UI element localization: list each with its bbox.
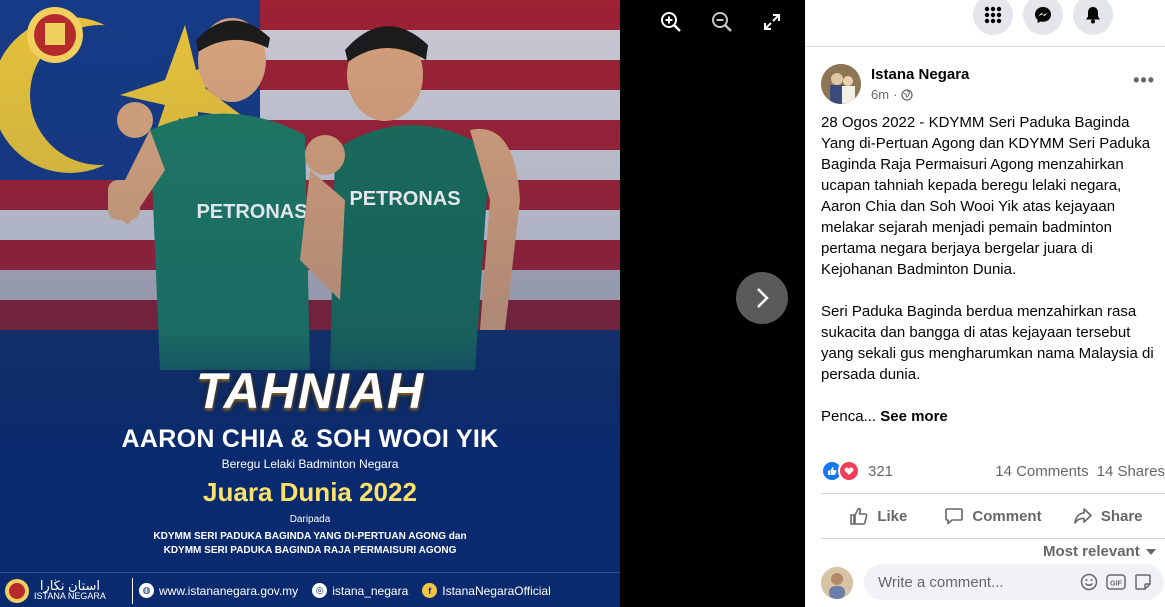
share-icon bbox=[1074, 508, 1092, 524]
poster-player-names: AARON CHIA & SOH WOOI YIK bbox=[121, 425, 499, 453]
menu-grid-button[interactable] bbox=[973, 0, 1013, 35]
thumbs-up-icon bbox=[850, 507, 868, 525]
more-options-icon[interactable]: ••• bbox=[1133, 70, 1155, 91]
post-photo[interactable]: PETRONAS PETRONAS TAHNIAH AARON CHIA & S… bbox=[0, 0, 620, 607]
poster-from-line1: KDYMM SERI PADUKA BAGINDA YANG DI-PERTUA… bbox=[153, 531, 467, 542]
comment-label: Comment bbox=[972, 507, 1042, 525]
post-meta: 6m · bbox=[871, 87, 969, 102]
comment-box: GIF bbox=[864, 564, 1164, 600]
love-reaction-icon[interactable] bbox=[838, 460, 860, 482]
post-paragraph-1: 28 Ogos 2022 - KDYMM Seri Paduka Baginda… bbox=[821, 114, 1151, 278]
share-label: Share bbox=[1100, 507, 1143, 525]
sort-label: Most relevant bbox=[1043, 543, 1140, 560]
like-label: Like bbox=[877, 507, 908, 525]
caret-down-icon bbox=[1145, 548, 1156, 555]
notifications-icon bbox=[1086, 7, 1100, 24]
fullscreen-icon[interactable] bbox=[758, 8, 786, 36]
footer-website: ◍ www.istananegara.gov.my bbox=[139, 583, 298, 598]
footer-instagram: ◎ istana_negara bbox=[312, 583, 408, 598]
divider bbox=[821, 538, 1165, 539]
post-header: Istana Negara 6m · bbox=[821, 64, 969, 104]
post-paragraph-2: Seri Paduka Baginda berdua menzahirkan r… bbox=[821, 303, 1154, 383]
facebook-text: IstanaNegaraOfficial bbox=[442, 583, 551, 598]
svg-text:GIF: GIF bbox=[1110, 581, 1122, 588]
poster-footer: استان نڬارا ISTANA NEGARA ◍ www.istanane… bbox=[0, 572, 620, 607]
photo-viewer: PETRONAS PETRONAS TAHNIAH AARON CHIA & S… bbox=[0, 0, 805, 607]
footer-facebook: f IstanaNegaraOfficial bbox=[422, 583, 551, 598]
logo-text: ISTANA NEGARA bbox=[34, 590, 106, 601]
shares-count[interactable]: 14 Shares bbox=[1097, 463, 1165, 480]
reactions-row: 321 14 Comments 14 Shares bbox=[821, 460, 1165, 482]
comments-count[interactable]: 14 Comments bbox=[995, 463, 1088, 480]
crest-icon bbox=[5, 578, 29, 603]
see-more-link[interactable]: See more bbox=[880, 408, 948, 425]
post-actions: Like Comment Share bbox=[821, 498, 1165, 534]
post-time[interactable]: 6m bbox=[871, 87, 889, 102]
poster-from-label: Daripada bbox=[289, 514, 331, 525]
poster-subtitle: Beregu Lelaki Badminton Negara bbox=[221, 457, 399, 471]
poster-headline: TAHNIAH bbox=[195, 363, 425, 419]
comment-sort-dropdown[interactable]: Most relevant bbox=[1043, 543, 1156, 560]
poster-title: Juara Dunia 2022 bbox=[203, 477, 417, 507]
facebook-icon: f bbox=[422, 583, 438, 598]
avatar[interactable] bbox=[821, 64, 861, 104]
top-bar bbox=[805, 0, 1165, 47]
menu-grid-icon bbox=[984, 6, 1002, 24]
instagram-text: istana_negara bbox=[332, 583, 409, 598]
poster-from-line2: KDYMM SERI PADUKA BAGINDA RAJA PERMAISUR… bbox=[163, 545, 457, 556]
like-button[interactable]: Like bbox=[821, 498, 936, 534]
post-text: 28 Ogos 2022 - KDYMM Seri Paduka Baginda… bbox=[821, 112, 1156, 448]
chevron-right-icon bbox=[757, 288, 769, 308]
post-panel: Istana Negara 6m · ••• 28 Ogos 2022 - KD… bbox=[805, 0, 1165, 607]
author-name[interactable]: Istana Negara bbox=[871, 66, 969, 83]
website-text: www.istananegara.gov.my bbox=[159, 583, 299, 598]
comment-input[interactable] bbox=[876, 572, 1060, 592]
emoji-icon[interactable] bbox=[1080, 573, 1098, 591]
share-button[interactable]: Share bbox=[1050, 498, 1165, 534]
notifications-button[interactable] bbox=[1073, 0, 1113, 35]
footer-divider bbox=[132, 577, 133, 604]
globe-icon: ◍ bbox=[139, 583, 154, 598]
instagram-icon: ◎ bbox=[312, 583, 328, 598]
post-paragraph-3: Penca... See more bbox=[821, 406, 1156, 427]
gif-icon[interactable]: GIF bbox=[1106, 573, 1126, 591]
zoom-in-icon[interactable] bbox=[657, 8, 685, 36]
sticker-icon[interactable] bbox=[1134, 573, 1152, 591]
logo-text-jawi: استان نڬارا bbox=[39, 577, 101, 593]
comment-icon bbox=[945, 508, 964, 525]
post-truncated-text: Penca... bbox=[821, 408, 877, 425]
messenger-button[interactable] bbox=[1023, 0, 1063, 35]
globe-icon bbox=[901, 88, 914, 101]
avatar-image bbox=[821, 64, 861, 104]
meta-dot: · bbox=[893, 87, 898, 102]
divider bbox=[821, 493, 1165, 494]
zoom-out-icon[interactable] bbox=[708, 8, 736, 36]
istana-logo: استان نڬارا ISTANA NEGARA bbox=[0, 578, 132, 604]
next-photo-button[interactable] bbox=[736, 272, 788, 324]
user-avatar[interactable] bbox=[821, 567, 853, 599]
comment-button[interactable]: Comment bbox=[936, 498, 1051, 534]
reactions-count[interactable]: 321 bbox=[868, 463, 893, 480]
messenger-icon bbox=[1035, 7, 1051, 23]
